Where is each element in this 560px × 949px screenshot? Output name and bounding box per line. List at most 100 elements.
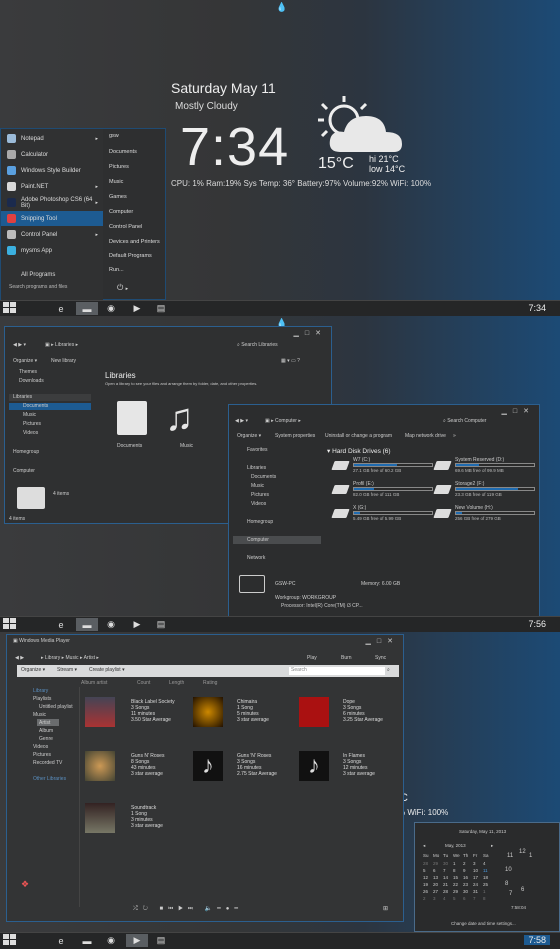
window-controls[interactable]: ▁□✕ — [502, 407, 535, 415]
search-libraries[interactable]: ⌕ Search Libraries — [237, 342, 278, 348]
nav-arrows[interactable]: ◀ ▶ ▾ — [13, 342, 26, 348]
calendar-day[interactable]: 8 — [453, 868, 456, 873]
window-icon[interactable]: ▤ — [150, 618, 172, 631]
calendar-day[interactable]: 10 — [473, 868, 478, 873]
calendar-day[interactable]: 16 — [463, 875, 468, 880]
calendar-day[interactable]: 22 — [453, 882, 458, 887]
nav-artist[interactable]: Artist — [39, 720, 50, 726]
col-album-artist[interactable]: Album artist — [81, 680, 107, 686]
start-item-calculator[interactable]: Calculator — [1, 147, 103, 162]
calendar-day[interactable]: 7 — [443, 868, 446, 873]
ie-icon[interactable]: e — [50, 934, 72, 947]
calendar-day[interactable]: 15 — [453, 875, 458, 880]
place-control-panel[interactable]: Control Panel — [109, 224, 142, 230]
start-item-paintnet[interactable]: Paint.NET ▸ — [1, 179, 103, 194]
nav-libraries[interactable]: Libraries — [247, 465, 266, 471]
tab-burn[interactable]: Burn — [341, 655, 352, 661]
calendar-day[interactable]: 29 — [453, 889, 458, 894]
start-search-input[interactable]: Search programs and files — [9, 284, 67, 290]
nav-library[interactable]: Library — [33, 688, 48, 694]
calendar-day[interactable]: 14 — [443, 875, 448, 880]
chrome-icon[interactable]: ◉ — [100, 302, 122, 315]
map-network-drive-button[interactable]: Map network drive — [405, 433, 446, 439]
place-gsw[interactable]: gsw — [109, 133, 119, 139]
wmp-search-input[interactable]: Search — [289, 667, 385, 675]
drive-d[interactable]: System Reserved (D:) 69.6 MB free of 99.9… — [433, 457, 545, 475]
place-games[interactable]: Games — [109, 194, 127, 200]
folder-icon[interactable]: ▬ — [76, 618, 98, 631]
drive-g[interactable]: X (G:) 5.49 GB free of 5.99 GB — [331, 505, 443, 523]
media-player-icon[interactable]: ▶ — [126, 934, 148, 947]
playback-controls[interactable]: ⤮↻ ■⏮▶⏭ 🔈━●━ — [133, 905, 243, 913]
calendar-day[interactable]: 29 — [433, 861, 438, 866]
calendar-day[interactable]: 28 — [423, 861, 428, 866]
nav-favorites[interactable]: Favorites — [247, 447, 268, 453]
window-controls[interactable]: ▁□✕ — [366, 637, 399, 645]
calendar-day[interactable]: 24 — [473, 882, 478, 887]
nav-homegroup[interactable]: Homegroup — [13, 449, 39, 455]
view-options-icon[interactable]: ▦ ▾ ▭ ? — [281, 358, 300, 364]
ie-icon[interactable]: e — [50, 618, 72, 631]
calendar-day[interactable]: 3 — [433, 896, 436, 901]
nav-playlists[interactable]: Playlists — [33, 696, 51, 702]
calendar-day[interactable]: 3 — [473, 861, 476, 866]
place-computer[interactable]: Computer — [109, 209, 133, 215]
all-programs-link[interactable]: All Programs — [1, 267, 103, 282]
start-item-snipping-tool[interactable]: Snipping Tool — [1, 211, 103, 226]
album-tile-7[interactable]: Soundtrack 1 Song 3 minutes 3 star average — [131, 805, 163, 829]
nav-network[interactable]: Network — [247, 555, 265, 561]
nav-downloads[interactable]: Downloads — [19, 378, 44, 384]
media-player-icon[interactable]: ▶ — [126, 618, 148, 631]
album-art[interactable] — [299, 697, 329, 727]
calendar-day[interactable]: 17 — [473, 875, 478, 880]
nav-themes[interactable]: Themes — [19, 369, 37, 375]
media-player-icon[interactable]: ▶ — [126, 302, 148, 315]
tab-play[interactable]: Play — [307, 655, 317, 661]
window-icon[interactable]: ▤ — [150, 302, 172, 315]
taskbar-clock[interactable]: 7:58 — [524, 935, 550, 945]
calendar-day[interactable]: 6 — [463, 896, 466, 901]
calendar-day[interactable]: 4 — [443, 896, 446, 901]
search-icon[interactable]: ⌕ — [387, 667, 390, 673]
windows-start-icon[interactable] — [3, 618, 17, 631]
album-tile-3[interactable]: Dope 3 Songs 6 minutes 3.25 Star Average — [343, 699, 383, 723]
taskbar-clock[interactable]: 7:34 — [528, 303, 546, 313]
taskbar-clock[interactable]: 7:56 — [528, 619, 546, 629]
nav-album[interactable]: Album — [39, 728, 53, 734]
place-pictures[interactable]: Pictures — [109, 164, 129, 170]
switch-view-icon[interactable]: ⊞ — [383, 905, 388, 912]
calendar-day[interactable]: 12 — [423, 875, 428, 880]
nav-arrows[interactable]: ◀ ▶ — [15, 655, 24, 661]
place-default-programs[interactable]: Default Programs — [109, 253, 152, 259]
nav-pictures[interactable]: Pictures — [251, 492, 269, 498]
drive-f[interactable]: Storage2 (F:) 23.3 GB free of 119 GB — [433, 481, 545, 499]
toolbar-overflow-button[interactable]: » — [453, 433, 456, 439]
album-tile-1[interactable]: Black Label Society 3 Songs 11 minutes 3.50… — [131, 699, 175, 723]
music-note-icon[interactable]: ♪ — [299, 751, 329, 781]
calendar-day[interactable]: 4 — [483, 861, 486, 866]
calendar-day[interactable]: 28 — [443, 889, 448, 894]
address-bar[interactable]: ▣ ▸ Libraries ▸ — [45, 342, 78, 348]
uninstall-program-button[interactable]: Uninstall or change a program — [325, 433, 392, 439]
album-art[interactable] — [85, 697, 115, 727]
folder-icon[interactable]: ▬ — [76, 302, 98, 315]
nav-videos[interactable]: Videos — [251, 501, 266, 507]
calendar-day[interactable]: 23 — [463, 882, 468, 887]
nav-documents[interactable]: Documents — [251, 474, 276, 480]
start-item-mysms[interactable]: mysms App — [1, 243, 103, 258]
album-art[interactable] — [85, 751, 115, 781]
nav-homegroup[interactable]: Homegroup — [247, 519, 273, 525]
power-button[interactable]: ⏻ ▸ — [117, 283, 128, 293]
calendar-month[interactable]: May, 2013 — [445, 843, 466, 848]
nav-pictures[interactable]: Pictures — [23, 421, 41, 427]
ie-icon[interactable]: e — [50, 302, 72, 315]
calendar-day[interactable]: 26 — [423, 889, 428, 894]
calendar-day[interactable]: 5 — [423, 868, 426, 873]
nav-libraries[interactable]: Libraries — [13, 394, 32, 400]
organize-button[interactable]: Organize ▾ — [21, 667, 45, 673]
search-computer[interactable]: ⌕ Search Computer — [443, 418, 486, 424]
month-next-icon[interactable]: ▸ — [491, 843, 493, 849]
organize-button[interactable]: Organize ▾ — [13, 358, 37, 364]
stream-button[interactable]: Stream ▾ — [57, 667, 77, 673]
address-bar[interactable]: ▣ ▸ Computer ▸ — [265, 418, 301, 424]
